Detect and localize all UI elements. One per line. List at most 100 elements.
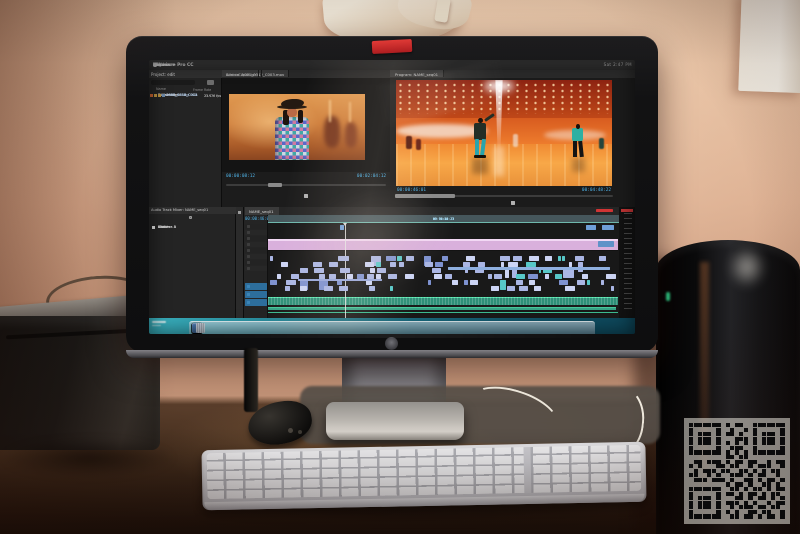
qr-module <box>771 514 775 518</box>
qr-module <box>762 437 766 441</box>
qr-module <box>698 501 702 505</box>
monitor-bottom-edge <box>126 350 658 358</box>
qr-module <box>735 450 739 454</box>
qr-module <box>748 460 752 464</box>
qr-module <box>707 437 711 441</box>
qr-module <box>762 469 766 473</box>
qr-module <box>716 446 720 450</box>
qr-module <box>730 432 734 436</box>
qr-module <box>689 450 693 454</box>
qr-module <box>748 510 752 514</box>
qr-module <box>726 455 730 459</box>
qr-module <box>726 460 730 464</box>
qr-module <box>776 501 780 505</box>
qr-module <box>716 423 720 427</box>
qr-module <box>716 505 720 509</box>
qr-module <box>689 492 693 496</box>
qr-module <box>748 514 752 518</box>
qr-module <box>744 514 748 518</box>
qr-module <box>698 460 702 464</box>
qr-module <box>712 487 716 491</box>
qr-module <box>753 437 757 441</box>
qr-module <box>758 478 762 482</box>
qr-module <box>735 501 739 505</box>
qr-module <box>744 450 748 454</box>
stand-pole <box>244 348 258 412</box>
qr-module <box>780 450 784 454</box>
qr-module <box>758 473 762 477</box>
qr-module <box>694 473 698 477</box>
qr-module <box>698 432 702 436</box>
qr-module <box>726 482 730 486</box>
qr-module <box>698 514 702 518</box>
qr-module <box>726 492 730 496</box>
apple-logo <box>385 337 398 350</box>
qr-module <box>698 437 702 441</box>
qr-module <box>735 441 739 445</box>
qr-module <box>748 492 752 496</box>
qr-module <box>767 423 771 427</box>
qr-module <box>744 437 748 441</box>
qr-module <box>703 450 707 454</box>
keyboard-numpad-gap <box>523 447 531 493</box>
qr-module <box>758 514 762 518</box>
qr-module <box>776 423 780 427</box>
qr-module <box>689 441 693 445</box>
qr-module <box>730 492 734 496</box>
qr-module <box>767 450 771 454</box>
qr-module <box>689 505 693 509</box>
qr-module <box>748 496 752 500</box>
qr-module <box>771 469 775 473</box>
qr-module <box>758 450 762 454</box>
qr-module <box>703 501 707 505</box>
qr-module <box>694 478 698 482</box>
qr-module <box>739 473 743 477</box>
qr-module <box>767 437 771 441</box>
premiere-pro-ui: Premiere Pro CCFileEditClipSequenceMarke… <box>149 60 635 334</box>
qr-module <box>753 432 757 436</box>
qr-module <box>735 510 739 514</box>
qr-module <box>767 432 771 436</box>
photo-scene: Premiere Pro CCFileEditClipSequenceMarke… <box>0 0 800 534</box>
qr-module <box>748 478 752 482</box>
qr-module <box>716 460 720 464</box>
qr-module <box>780 496 784 500</box>
qr-module <box>716 432 720 436</box>
qr-module <box>707 501 711 505</box>
qr-module <box>716 450 720 454</box>
qr-module <box>735 473 739 477</box>
qr-module <box>730 473 734 477</box>
qr-module <box>753 450 757 454</box>
qr-module <box>703 496 707 500</box>
qr-module <box>776 450 780 454</box>
qr-module <box>771 492 775 496</box>
qr-module <box>753 501 757 505</box>
qr-module <box>716 464 720 468</box>
qr-module <box>780 441 784 445</box>
qr-module <box>712 460 716 464</box>
qr-module <box>748 505 752 509</box>
qr-module <box>694 423 698 427</box>
qr-module <box>771 478 775 482</box>
qr-module <box>689 423 693 427</box>
qr-module <box>780 487 784 491</box>
qr-module <box>739 446 743 450</box>
qr-module <box>698 505 702 509</box>
qr-module <box>780 423 784 427</box>
qr-module <box>776 482 780 486</box>
qr-module <box>776 469 780 473</box>
qr-module <box>716 514 720 518</box>
qr-module <box>780 432 784 436</box>
qr-module <box>689 510 693 514</box>
qr-module <box>735 437 739 441</box>
qr-module <box>780 437 784 441</box>
qr-module <box>739 496 743 500</box>
qr-module <box>689 514 693 518</box>
qr-module <box>726 510 730 514</box>
qr-module <box>753 441 757 445</box>
qr-code <box>684 418 790 524</box>
qr-module <box>730 505 734 509</box>
qr-module <box>707 450 711 454</box>
qr-module <box>780 464 784 468</box>
red-sticker <box>372 39 413 54</box>
